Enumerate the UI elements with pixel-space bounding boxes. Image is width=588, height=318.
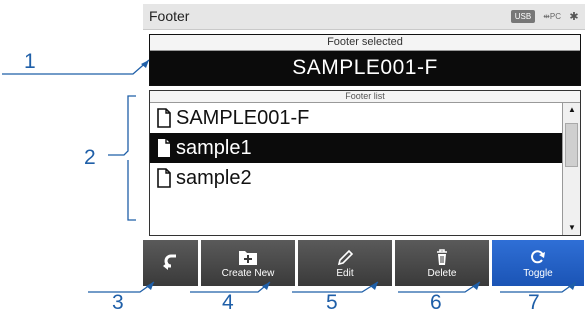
callout-number-6: 6 [430,291,442,314]
callout-number-1: 1 [24,50,36,73]
callout-bracket-2-lower [127,160,136,221]
callout-arrow-4 [262,282,270,290]
callout-arrow-3 [146,282,154,290]
callout-number-2: 2 [84,146,96,169]
callout-arrow-6 [472,282,480,290]
callout-number-3: 3 [112,291,124,314]
callout-number-5: 5 [326,291,338,314]
callout-arrow-7 [568,282,576,290]
callout-number-4: 4 [222,291,234,314]
callout-arrow-5 [370,282,378,290]
callout-bracket-2 [108,95,136,156]
callout-number-7: 7 [528,291,540,314]
